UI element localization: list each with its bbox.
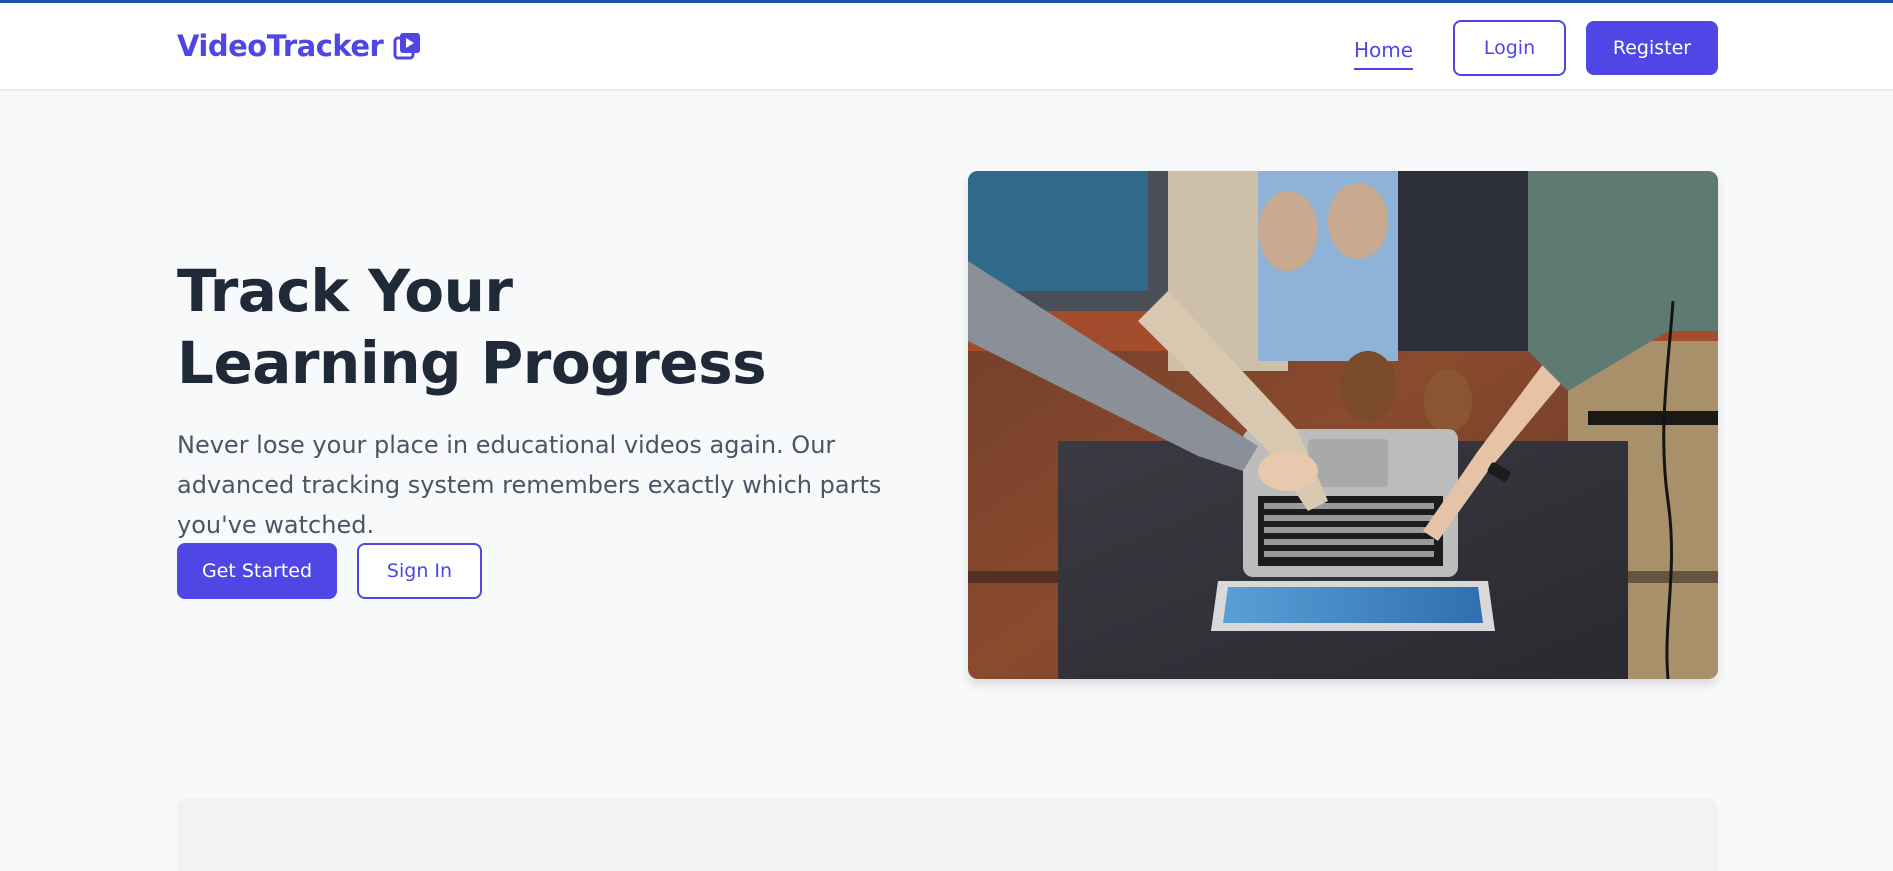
navbar: VideoTracker Home Login Register <box>0 3 1893 91</box>
play-video-icon <box>393 32 421 60</box>
hero-image <box>968 171 1718 679</box>
main-nav: Home Login Register <box>1353 20 1718 76</box>
hero-actions: Get Started Sign In <box>177 543 482 599</box>
get-started-button[interactable]: Get Started <box>177 543 337 599</box>
hero-title: Track Your Learning Progress <box>177 257 767 397</box>
students-laptop-photo <box>968 171 1718 679</box>
sign-in-button[interactable]: Sign In <box>357 543 482 599</box>
brand-logo[interactable]: VideoTracker <box>177 29 421 63</box>
hero-subtitle: Never lose your place in educational vid… <box>177 431 882 539</box>
register-button[interactable]: Register <box>1586 21 1718 75</box>
login-button[interactable]: Login <box>1453 20 1566 76</box>
nav-home-link[interactable]: Home <box>1353 22 1413 70</box>
features-section <box>177 798 1718 871</box>
brand-name: VideoTracker <box>177 29 384 63</box>
